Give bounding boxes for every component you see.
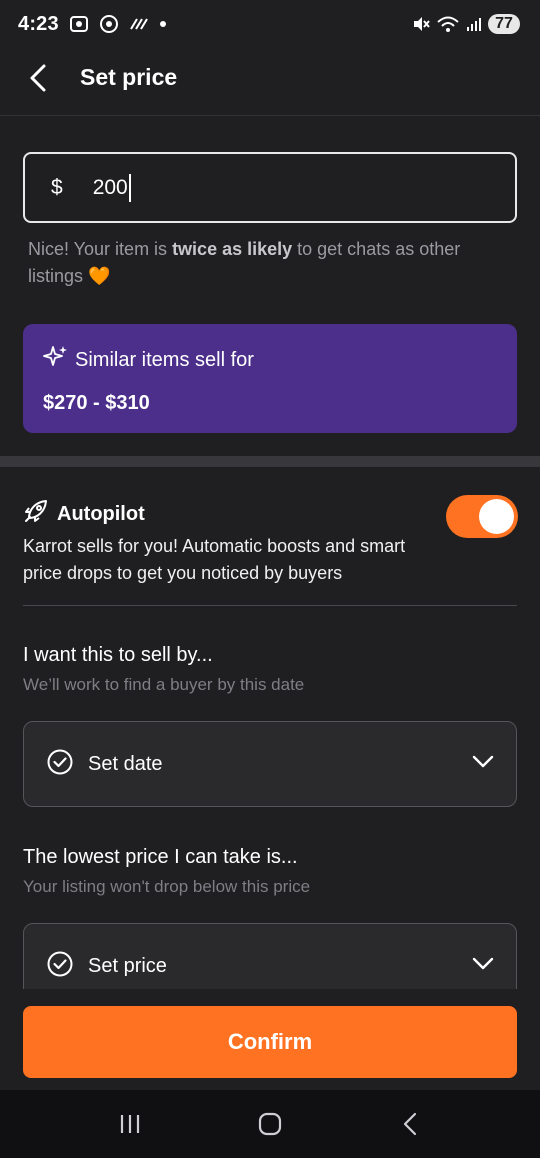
chevron-left-icon — [30, 64, 46, 92]
home-button[interactable] — [240, 1099, 300, 1149]
price-value[interactable]: 200 — [93, 176, 128, 200]
lowest-price-subtitle: Your listing won't drop below this price — [23, 877, 311, 896]
autopilot-description: Karrot sells for you! Automatic boosts a… — [23, 536, 406, 583]
similar-items-card: Similar items sell for $270 - $310 — [23, 324, 517, 433]
chrome-icon — [99, 14, 119, 34]
cell-signal-icon — [466, 16, 482, 32]
lowest-price-title: The lowest price I can take is... — [23, 846, 298, 868]
battery-indicator: 77 — [488, 14, 520, 34]
app-bar: Set price — [0, 48, 540, 116]
text-caret — [128, 173, 131, 202]
set-date-label: Set date — [88, 752, 163, 775]
helper-emphasis: twice as likely — [172, 239, 293, 259]
recent-apps-button[interactable] — [100, 1099, 160, 1149]
check-circle-icon — [46, 950, 74, 983]
currency-symbol: $ — [51, 175, 63, 199]
sell-by-title: I want this to sell by... — [23, 644, 213, 666]
price-input[interactable]: $ 200 — [23, 152, 517, 223]
system-nav-bar — [0, 1090, 540, 1158]
mute-icon — [412, 15, 430, 33]
autopilot-heading: Autopilot — [23, 498, 145, 530]
set-price-label: Set price — [88, 954, 167, 977]
section-divider — [0, 456, 540, 467]
autopilot-divider — [23, 605, 517, 606]
status-bar: 4:23 77 — [0, 0, 540, 48]
sell-by-subtitle: We’ll work to find a buyer by this date — [23, 675, 305, 694]
recent-apps-icon — [120, 1115, 140, 1133]
wifi-6e-icon — [436, 15, 460, 33]
autopilot-title: Autopilot — [57, 502, 145, 525]
signal-activity-icon — [129, 17, 149, 31]
rocket-icon — [23, 498, 49, 530]
back-arrow-icon — [403, 1112, 417, 1136]
dot-icon — [159, 20, 167, 28]
chevron-down-icon — [472, 755, 494, 774]
similar-items-label: Similar items sell for — [75, 348, 254, 371]
sparkle-icon — [43, 344, 69, 376]
autopilot-toggle[interactable] — [446, 495, 518, 538]
back-button[interactable] — [22, 62, 54, 94]
check-circle-icon — [46, 748, 74, 781]
screenshot-icon — [69, 14, 89, 34]
page-title: Set price — [80, 64, 178, 90]
chevron-down-icon — [472, 957, 494, 976]
home-icon — [258, 1112, 282, 1136]
confirm-button[interactable]: Confirm — [23, 1006, 517, 1078]
status-time: 4:23 — [18, 12, 59, 35]
helper-prefix: Nice! Your item is — [28, 239, 173, 259]
set-date-select[interactable]: Set date — [23, 721, 517, 807]
orange-heart-icon: 🧡 — [88, 266, 111, 286]
toggle-knob — [479, 499, 514, 534]
price-helper-text: Nice! Your item is twice as likely to ge… — [28, 236, 498, 290]
back-nav-button[interactable] — [380, 1099, 440, 1149]
similar-price-range: $270 - $310 — [43, 392, 150, 414]
